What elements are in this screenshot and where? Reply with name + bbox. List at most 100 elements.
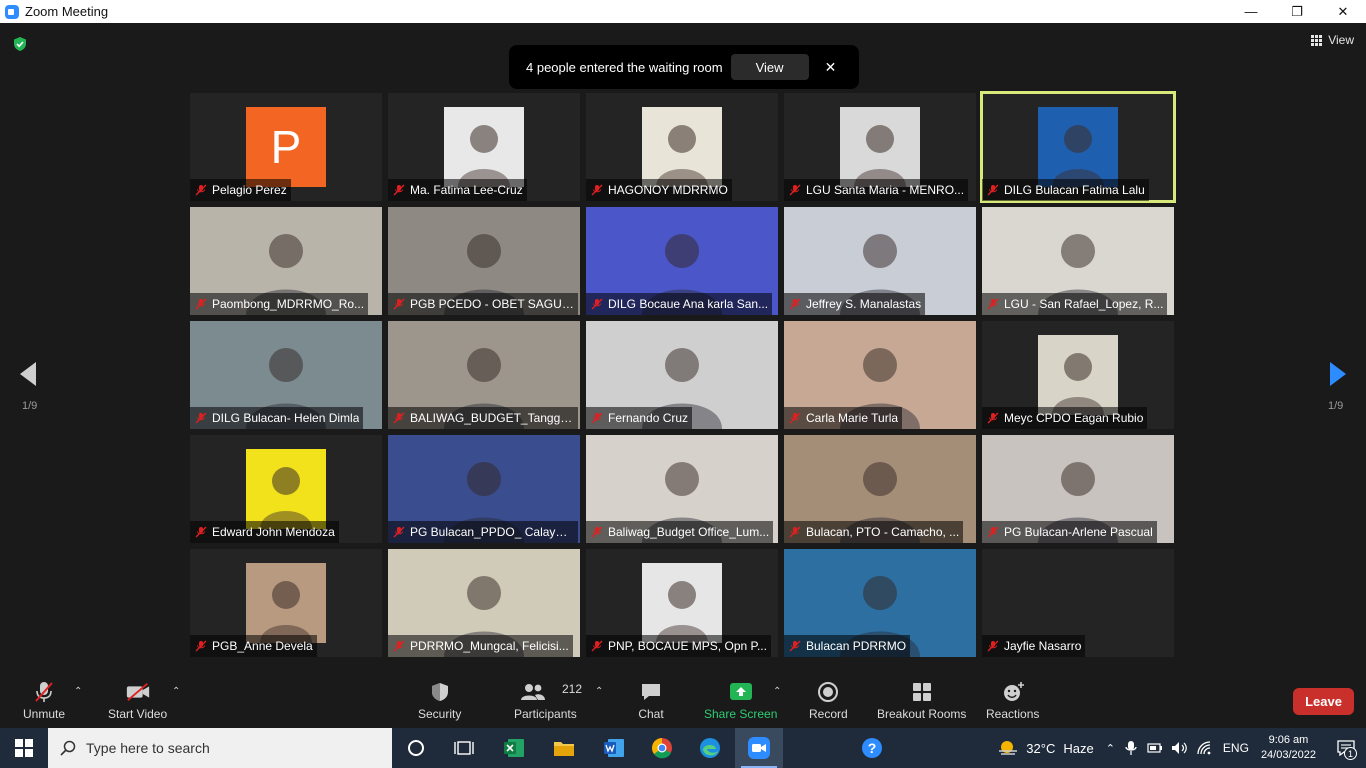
participant-tile[interactable]: PDRRMO_Mungcal, Felicisi... [388,549,580,657]
chat-button[interactable]: Chat [638,680,664,721]
help-app[interactable]: ? [848,728,896,768]
muted-mic-icon [393,526,405,538]
excel-app[interactable] [490,728,538,768]
participant-tile[interactable]: Jeffrey S. Manalastas [784,207,976,315]
record-button[interactable]: Record [809,680,848,721]
previous-page-icon[interactable] [18,360,38,388]
participant-name: LGU Santa Maria - MENRO... [806,183,965,197]
participant-tile[interactable]: DILG Bulacan- Helen Dimla [190,321,382,429]
windows-taskbar: Type here to search ? 32°C Haze ⌃ ENG 9:… [0,728,1366,768]
start-video-label: Start Video [108,707,168,721]
participant-tile[interactable]: Baliwag_Budget Office_Lum... [586,435,778,543]
participants-options-chevron-icon[interactable]: ⌃ [595,686,603,697]
participant-tile[interactable]: Edward John Mendoza [190,435,382,543]
security-button[interactable]: Security [418,680,461,721]
temperature[interactable]: 32°C [1026,741,1055,756]
participant-tile[interactable]: DILG Bocaue Ana karla San... [586,207,778,315]
participant-name-label: Ma. Fatima Lee-Cruz [388,179,527,201]
muted-mic-icon [195,298,207,310]
wifi-icon[interactable] [1197,741,1213,755]
participant-name-label: Bulacan PDRRMO [784,635,911,657]
waiting-room-notification: 4 people entered the waiting room View ✕ [509,45,859,89]
participant-tile[interactable]: Bulacan PDRRMO [784,549,976,657]
muted-mic-icon [393,184,405,196]
participant-name-label: DILG Bulacan Fatima Lalu [982,179,1149,201]
notification-close-icon[interactable]: ✕ [825,59,837,76]
participant-tile[interactable]: DILG Bulacan Fatima Lalu [980,91,1176,203]
muted-mic-icon [35,682,53,702]
battery-icon[interactable] [1147,741,1163,755]
participant-name-label: DILG Bocaue Ana karla San... [586,293,773,315]
participant-name: HAGONOY MDRRMO [608,183,728,197]
volume-icon[interactable] [1171,741,1189,755]
encryption-shield-icon[interactable] [12,36,28,52]
participant-tile[interactable]: Paombong_MDRRMO_Ro... [190,207,382,315]
participant-tile[interactable]: PGB_Anne Devela [190,549,382,657]
participant-name: PGB PCEDO - OBET SAGUI... [410,297,574,311]
participant-tile[interactable]: Ma. Fatima Lee-Cruz [388,93,580,201]
muted-mic-icon [195,526,207,538]
participant-name-label: Baliwag_Budget Office_Lum... [586,521,774,543]
participant-tile[interactable]: P Pelagio Perez [190,93,382,201]
leave-button[interactable]: Leave [1293,688,1354,715]
participant-tile[interactable]: PG Bulacan_PPDO_ Calayag... [388,435,580,543]
participant-profile-photo [246,449,326,529]
participant-tile[interactable]: LGU - San Rafael_Lopez, R... [982,207,1174,315]
participant-tile[interactable]: PNP, BOCAUE MPS, Opn P... [586,549,778,657]
breakout-rooms-icon [912,683,931,701]
reactions-button[interactable]: Reactions [986,680,1039,721]
participant-tile[interactable]: LGU Santa Maria - MENRO... [784,93,976,201]
next-page-icon[interactable] [1328,360,1348,388]
participant-name-label: PG Bulacan_PPDO_ Calayag... [388,521,578,543]
start-button[interactable] [0,728,48,768]
record-label: Record [809,707,848,721]
system-clock[interactable]: 9:06 am 24/03/2022 [1261,733,1316,763]
word-app[interactable] [590,728,638,768]
restore-button[interactable]: ❐ [1274,0,1320,23]
show-hidden-icons-icon[interactable]: ⌃ [1106,742,1115,755]
weather-condition[interactable]: Haze [1063,741,1093,756]
share-screen-button[interactable]: Share Screen [704,680,777,721]
video-options-chevron-icon[interactable]: ⌃ [172,686,180,697]
chat-label: Chat [638,707,664,721]
share-options-chevron-icon[interactable]: ⌃ [773,686,781,697]
microphone-tray-icon[interactable] [1125,740,1137,756]
action-center-button[interactable]: 1 [1326,728,1366,768]
chrome-app[interactable] [638,728,686,768]
participant-tile[interactable]: HAGONOY MDRRMO [586,93,778,201]
participant-name: Edward John Mendoza [212,525,335,539]
file-explorer-app[interactable] [540,728,588,768]
participant-tile[interactable]: PG Bulacan-Arlene Pascual [982,435,1174,543]
participant-tile[interactable]: PGB PCEDO - OBET SAGUI... [388,207,580,315]
notification-view-button[interactable]: View [730,54,809,80]
task-view-button[interactable] [440,728,488,768]
window-title: Zoom Meeting [25,4,109,19]
windows-logo-icon [15,739,33,757]
participant-tile[interactable]: Carla Marie Turla [784,321,976,429]
participant-tile[interactable]: Meyc CPDO Eagan Rubio [982,321,1174,429]
muted-mic-icon [393,298,405,310]
edge-app[interactable] [686,728,734,768]
participant-name: Bulacan, PTO - Camacho, ... [806,525,960,539]
start-video-button[interactable]: Start Video [108,680,167,721]
unmute-button[interactable]: Unmute [23,680,65,721]
participant-name-label: HAGONOY MDRRMO [586,179,732,201]
notification-message: 4 people entered the waiting room [526,59,723,75]
minimize-button[interactable]: — [1228,0,1274,23]
participants-label: Participants [514,707,577,721]
audio-options-chevron-icon[interactable]: ⌃ [74,686,82,697]
participant-name: Jeffrey S. Manalastas [806,297,922,311]
participant-tile[interactable]: Fernando Cruz [586,321,778,429]
taskbar-search-box[interactable]: Type here to search [48,728,392,768]
view-button[interactable]: View [1311,33,1354,47]
cortana-button[interactable] [392,728,440,768]
zoom-app[interactable] [735,728,783,768]
breakout-rooms-button[interactable]: Breakout Rooms [877,680,966,721]
zoom-logo-icon [5,4,19,19]
participant-tile[interactable]: Bulacan, PTO - Camacho, ... [784,435,976,543]
close-window-button[interactable]: ✕ [1320,0,1366,23]
participant-tile[interactable]: BALIWAG_BUDGET_Tanggol... [388,321,580,429]
input-language[interactable]: ENG [1223,741,1249,755]
muted-mic-icon [591,184,603,196]
participant-tile[interactable]: Jayfie Nasarro [982,549,1174,657]
